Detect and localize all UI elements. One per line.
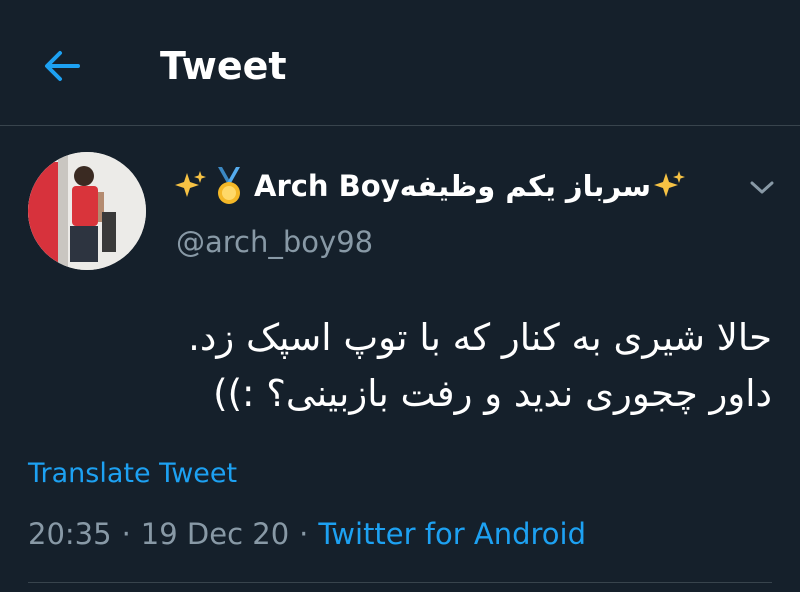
medal-icon: [210, 166, 248, 206]
display-name[interactable]: Arch Boy سرباز یکم وظیفه: [172, 162, 689, 210]
tweet-date[interactable]: 19 Dec 20: [141, 517, 289, 551]
separator: ·: [299, 517, 309, 551]
tweet-source-link[interactable]: Twitter for Android: [318, 517, 586, 551]
display-name-en: Arch Boy: [254, 169, 400, 203]
page-title: Tweet: [160, 44, 287, 88]
arrow-left-icon: [45, 51, 80, 81]
back-button[interactable]: [36, 40, 88, 92]
chevron-down-icon: [750, 181, 774, 194]
top-bar: Tweet: [0, 0, 800, 126]
avatar-photo: [28, 152, 146, 270]
sparkles-icon: [651, 166, 689, 206]
tweet-time[interactable]: 20:35: [28, 517, 112, 551]
sparkles-icon: [172, 166, 210, 206]
tweet-detail-screen: Tweet Arch Boy سرباز یکم وظیفه @arch_boy…: [0, 0, 800, 592]
divider: [28, 582, 772, 583]
user-handle[interactable]: @arch_boy98: [176, 220, 373, 264]
tweet-text-line: حالا شیری به کنار که با توپ اسپک زد.: [188, 316, 772, 359]
translate-tweet-link[interactable]: Translate Tweet: [28, 454, 237, 494]
separator: ·: [121, 517, 131, 551]
tweet-text-line: داور چجوری ندید و رفت بازبینی؟ :)): [213, 372, 772, 415]
avatar[interactable]: [28, 152, 146, 270]
display-name-fa: سرباز یکم وظیفه: [399, 169, 651, 203]
tweet-metadata: 20:35 · 19 Dec 20 · Twitter for Android: [28, 512, 586, 556]
tweet-text: حالا شیری به کنار که با توپ اسپک زد. داو…: [32, 310, 772, 422]
more-options-button[interactable]: [740, 170, 784, 206]
